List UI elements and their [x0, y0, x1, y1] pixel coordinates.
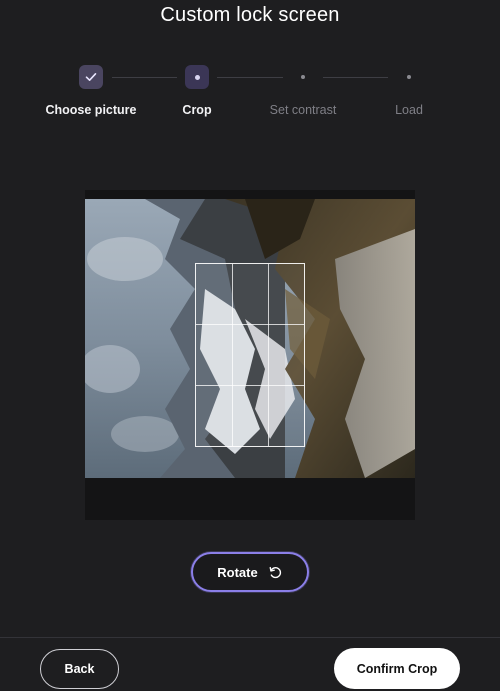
- step-label-crop: Crop: [182, 103, 212, 117]
- progress-stepper: Choose picture Crop Set contrast Load: [0, 62, 500, 122]
- step-load[interactable]: [397, 65, 421, 89]
- step-connector: [323, 77, 388, 78]
- dot-icon: [407, 75, 411, 79]
- step-label-choose-picture: Choose picture: [45, 103, 137, 117]
- rotate-button-label: Rotate: [217, 564, 258, 580]
- check-icon: [85, 73, 97, 81]
- lock-screen-editor: Custom lock screen Choose picture Crop S…: [0, 0, 500, 691]
- step-crop[interactable]: [185, 65, 209, 89]
- dot-icon: [194, 74, 200, 80]
- crop-selection-box[interactable]: [195, 263, 305, 447]
- page-title: Custom lock screen: [160, 4, 340, 26]
- crop-grid-line: [196, 324, 304, 325]
- dot-icon: [301, 75, 305, 79]
- rotate-button[interactable]: Rotate: [191, 552, 309, 592]
- step-label-load: Load: [395, 103, 423, 117]
- step-label-set-contrast: Set contrast: [269, 103, 337, 117]
- step-connector: [217, 77, 283, 78]
- step-set-contrast[interactable]: [291, 65, 315, 89]
- rotate-icon: [269, 566, 281, 578]
- footer-divider: [0, 637, 500, 638]
- confirm-crop-button[interactable]: Confirm Crop: [334, 648, 460, 689]
- crop-grid-line: [196, 385, 304, 386]
- crop-canvas[interactable]: [85, 190, 415, 520]
- crop-grid-line: [232, 264, 233, 446]
- step-connector: [112, 77, 177, 78]
- step-choose-picture[interactable]: [79, 65, 103, 89]
- back-button[interactable]: Back: [40, 649, 119, 689]
- crop-grid-line: [268, 264, 269, 446]
